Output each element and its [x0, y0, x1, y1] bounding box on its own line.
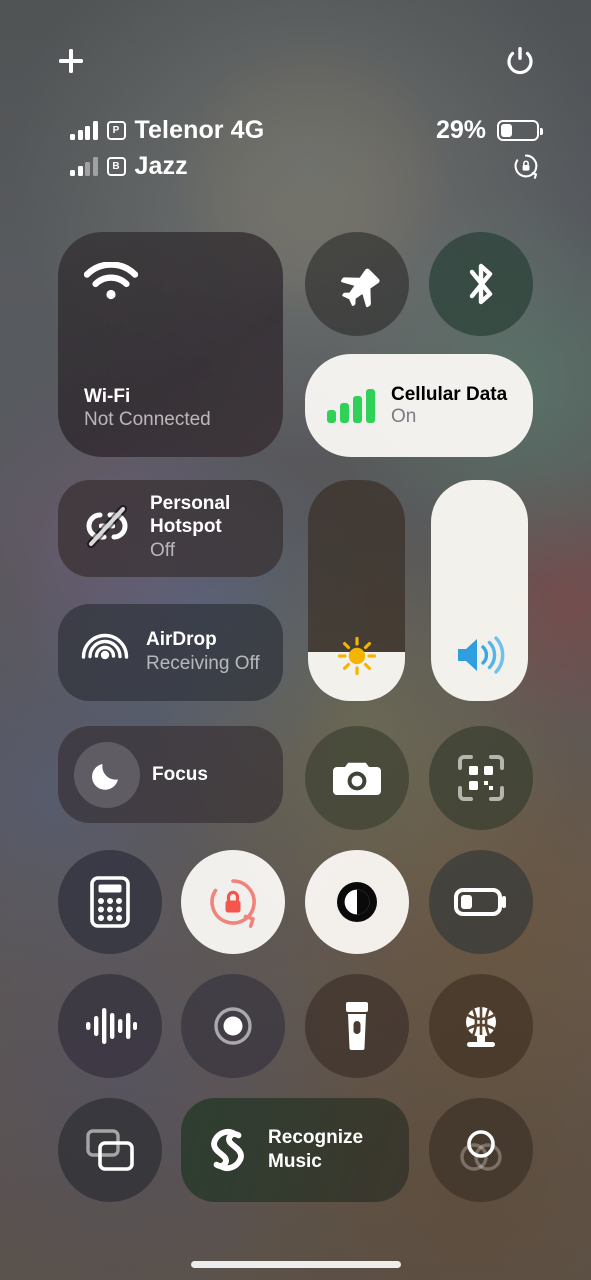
- wifi-icon: [83, 261, 139, 307]
- wifi-title: Wi-Fi: [84, 385, 131, 407]
- airdrop-title: AirDrop: [146, 628, 217, 650]
- recognize-music-label: Recognize Music: [268, 1127, 364, 1172]
- personal-hotspot-tile[interactable]: Personal Hotspot Off: [58, 480, 283, 577]
- personal-hotspot-off-icon: [78, 501, 136, 556]
- volume-slider[interactable]: [431, 480, 528, 701]
- overlapping-rings-icon: [460, 1130, 502, 1171]
- sim1-badge: P: [106, 120, 126, 140]
- sim2-carrier-label: Jazz: [134, 151, 188, 180]
- screen-record-icon: [214, 1007, 252, 1045]
- flashlight-icon: [346, 1002, 368, 1050]
- status-row-sim2: B Jazz: [0, 148, 591, 184]
- wifi-labels: Wi-Fi Not Connected: [84, 385, 211, 433]
- hotspot-labels: Personal Hotspot Off: [150, 493, 283, 563]
- brightness-sun-icon: [308, 635, 405, 677]
- sim1-carrier-label: Telenor 4G: [134, 115, 265, 144]
- battery-icon: [497, 119, 543, 141]
- rotation-lock-indicator: [513, 153, 539, 179]
- voice-memos-button[interactable]: [58, 974, 162, 1078]
- cellular-labels: Cellular Data On: [391, 384, 507, 428]
- control-center-top-bar: [0, 34, 591, 88]
- sim1-info: P Telenor 4G: [70, 116, 264, 145]
- camera-button[interactable]: [305, 726, 409, 830]
- sim2-badge: B: [106, 156, 126, 176]
- screen-mirroring-button[interactable]: [58, 1098, 162, 1202]
- hotspot-title: Personal Hotspot: [150, 493, 231, 538]
- voice-memos-waveform-icon: [86, 1008, 137, 1044]
- code-scanner-button[interactable]: [429, 726, 533, 830]
- recognize-music-tile[interactable]: Recognize Music: [181, 1098, 409, 1202]
- rotation-lock-icon: [210, 879, 256, 928]
- screen-recording-button[interactable]: [181, 974, 285, 1078]
- focus-label: Focus: [152, 763, 208, 785]
- hotspot-status: Off: [150, 539, 175, 561]
- cellular-signal-bars-icon: [70, 156, 98, 176]
- focus-tile[interactable]: Focus: [58, 726, 283, 823]
- focus-icon-circle: [74, 741, 140, 808]
- plus-icon: [59, 49, 83, 73]
- shazam-icon: [211, 1129, 244, 1171]
- battery-info: 29%: [435, 115, 543, 145]
- power-icon: [507, 47, 533, 75]
- control-center-screen: P Telenor 4G 29% B Jazz Wi-Fi Not Connec…: [0, 0, 591, 1280]
- low-power-mode-toggle[interactable]: [429, 850, 533, 954]
- low-power-battery-icon: [454, 888, 506, 916]
- brightness-slider[interactable]: [308, 480, 405, 701]
- cellular-status: On: [391, 405, 417, 427]
- rotation-lock-icon: [514, 154, 538, 179]
- bluetooth-toggle[interactable]: [429, 232, 533, 336]
- wifi-tile[interactable]: Wi-Fi Not Connected: [58, 232, 283, 457]
- airplane-icon: [341, 268, 380, 308]
- rotation-lock-toggle[interactable]: [181, 850, 285, 954]
- qr-code-scanner-icon: [458, 755, 504, 801]
- dark-mode-toggle[interactable]: [305, 850, 409, 954]
- volume-speaker-icon: [431, 633, 528, 677]
- cellular-data-tile[interactable]: Cellular Data On: [305, 354, 533, 457]
- battery-percent-label: 29%: [435, 115, 486, 144]
- airdrop-icon: [78, 625, 132, 680]
- cellular-data-bars-icon: [327, 388, 375, 423]
- dark-mode-icon: [337, 882, 377, 922]
- calculator-button[interactable]: [58, 850, 162, 954]
- wifi-status: Not Connected: [84, 409, 211, 431]
- add-control-button[interactable]: [44, 34, 98, 88]
- power-button[interactable]: [493, 34, 547, 88]
- bluetooth-icon: [469, 263, 493, 305]
- hearing-icon: [466, 1005, 496, 1047]
- camera-icon: [333, 762, 381, 795]
- home-indicator[interactable]: [190, 1261, 401, 1268]
- airdrop-labels: AirDrop Receiving Off: [146, 629, 260, 676]
- calculator-icon: [90, 876, 130, 928]
- status-row-sim1: P Telenor 4G 29%: [0, 112, 591, 148]
- cellular-signal-bars-icon: [70, 120, 98, 140]
- airdrop-tile[interactable]: AirDrop Receiving Off: [58, 604, 283, 701]
- airplane-mode-toggle[interactable]: [305, 232, 409, 336]
- accessibility-rings-button[interactable]: [429, 1098, 533, 1202]
- screen-mirroring-icon: [86, 1129, 134, 1171]
- sim2-info: B Jazz: [70, 152, 188, 181]
- cellular-title: Cellular Data: [391, 383, 508, 405]
- flashlight-toggle[interactable]: [305, 974, 409, 1078]
- status-area: P Telenor 4G 29% B Jazz: [0, 112, 591, 184]
- moon-icon: [92, 763, 118, 790]
- airdrop-status: Receiving Off: [146, 652, 260, 674]
- hearing-button[interactable]: [429, 974, 533, 1078]
